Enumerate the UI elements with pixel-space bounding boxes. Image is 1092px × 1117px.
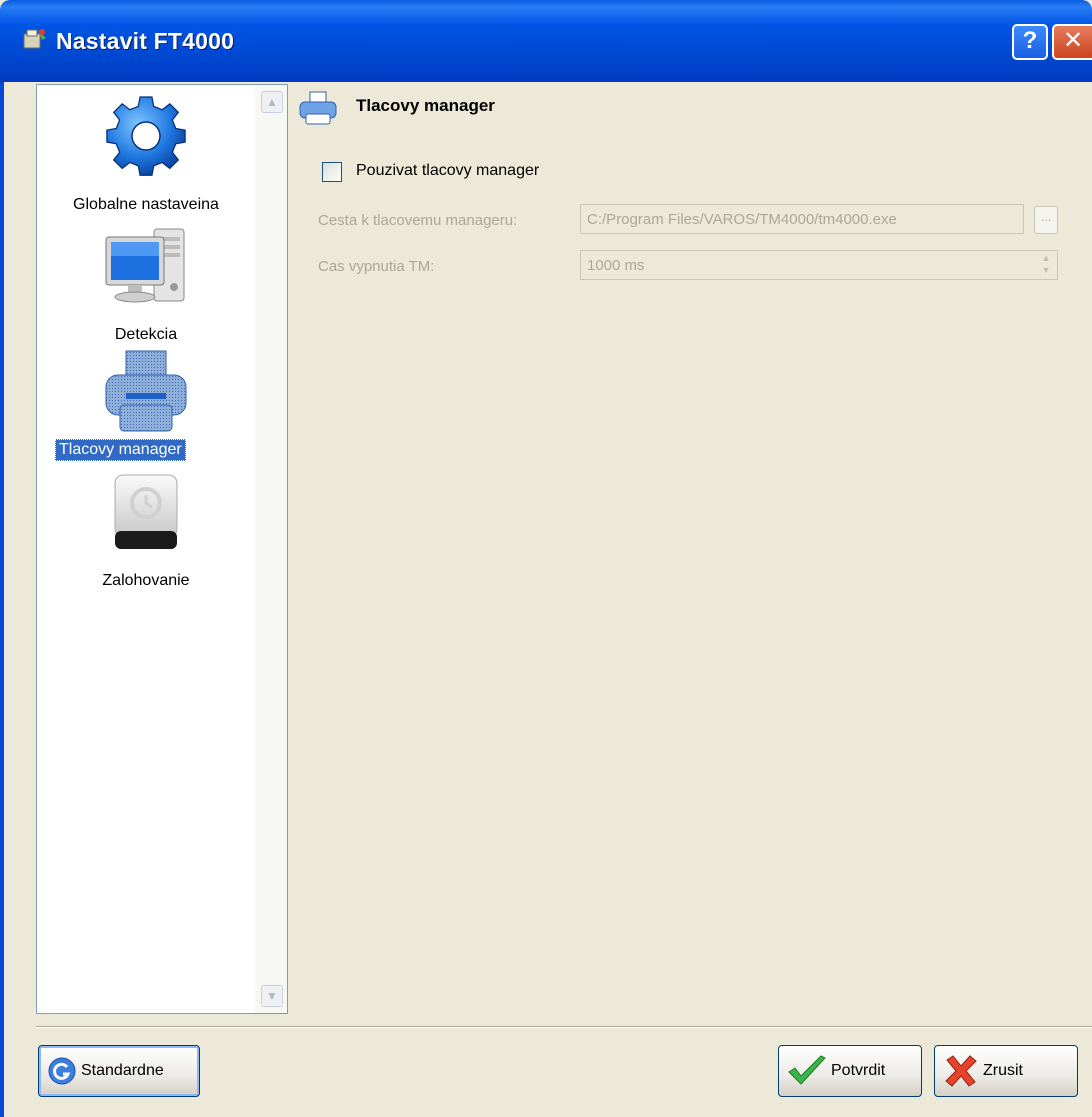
path-label: Cesta k tlacovemu manageru:: [318, 212, 518, 229]
window-frame: [0, 82, 4, 1117]
backup-drive-icon: [114, 474, 178, 549]
nav-item-global-settings[interactable]: Globalne nastaveina: [37, 93, 255, 213]
cancel-button-label: Zrusit: [983, 1062, 1023, 1079]
nav-item-label: Globalne nastaveina: [73, 196, 219, 213]
computer-icon: [105, 228, 185, 303]
use-print-manager-label[interactable]: Pouzivat tlacovy manager: [356, 162, 539, 180]
settings-category-list[interactable]: ▲ ▼ Globalne nastaveina Detekcia Tlacovy…: [36, 84, 288, 1014]
reset-icon: [48, 1057, 76, 1085]
vertical-scrollbar[interactable]: ▲ ▼: [255, 85, 287, 1013]
spin-arrows-icon[interactable]: ▲ ▼: [1036, 252, 1056, 278]
printer-icon: [105, 350, 187, 432]
section-title: Tlacovy manager: [356, 96, 495, 115]
nav-item-detection[interactable]: Detekcia: [37, 225, 255, 345]
app-icon: [23, 29, 46, 49]
timeout-spinbox[interactable]: 1000 ms: [580, 250, 1058, 280]
window-title: Nastavit FT4000: [56, 28, 235, 54]
printer-icon: [299, 91, 337, 125]
nav-item-label: Tlacovy manager: [55, 439, 186, 461]
checkmark-icon: [788, 1055, 826, 1085]
footer-divider: [36, 1026, 1092, 1028]
scroll-up-button[interactable]: ▲: [261, 91, 283, 113]
path-input[interactable]: C:/Program Files/VAROS/TM4000/tm4000.exe: [580, 204, 1024, 234]
confirm-button-label: Potvrdit: [831, 1062, 886, 1079]
help-button[interactable]: ?: [1012, 24, 1048, 60]
timeout-label: Cas vypnutia TM:: [318, 258, 435, 275]
browse-button[interactable]: ...: [1034, 206, 1058, 234]
nav-item-backup[interactable]: Zalohovanie: [37, 473, 255, 593]
nav-item-label: Detekcia: [114, 326, 178, 343]
nav-item-print-manager[interactable]: Tlacovy manager: [37, 347, 255, 467]
scroll-down-button[interactable]: ▼: [261, 985, 283, 1007]
timeout-value: 1000 ms: [587, 257, 645, 274]
gear-icon: [106, 96, 186, 176]
confirm-button[interactable]: Potvrdit: [778, 1045, 922, 1097]
cross-icon: [945, 1055, 977, 1087]
use-print-manager-checkbox[interactable]: [322, 162, 342, 182]
cancel-button[interactable]: Zrusit: [934, 1045, 1078, 1097]
defaults-button-label: Standardne: [81, 1062, 164, 1079]
title-bar: Nastavit FT4000 ? ✕: [0, 0, 1092, 82]
defaults-button[interactable]: Standardne: [38, 1045, 200, 1097]
nav-item-label: Zalohovanie: [102, 572, 190, 589]
close-button[interactable]: ✕: [1052, 24, 1092, 60]
